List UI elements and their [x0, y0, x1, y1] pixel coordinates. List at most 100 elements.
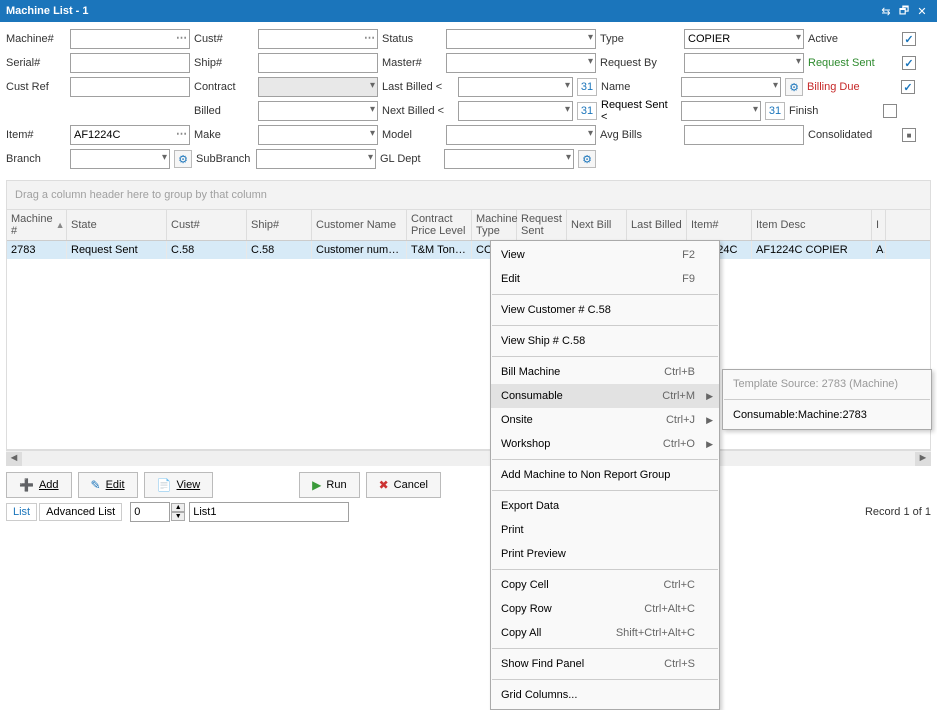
column-header[interactable]: Item Desc: [752, 210, 872, 240]
chevron-down-icon[interactable]: ▾: [588, 128, 593, 139]
cell[interactable]: 2783: [7, 241, 67, 259]
view-button[interactable]: 📄View: [144, 472, 214, 498]
chevron-down-icon[interactable]: ▾: [566, 152, 571, 163]
column-header[interactable]: Cust#: [167, 210, 247, 240]
table-row[interactable]: 2783Request SentC.58C.58Customer numberT…: [7, 241, 930, 259]
chevron-down-icon[interactable]: ▾: [370, 128, 375, 139]
chevron-down-icon[interactable]: ▾: [588, 32, 593, 43]
combo-master[interactable]: ▾: [446, 53, 596, 73]
menu-view-ship[interactable]: View Ship # C.58: [491, 329, 719, 353]
cell[interactable]: A: [872, 241, 886, 259]
menu-grid-columns[interactable]: Grid Columns...: [491, 683, 719, 707]
column-header[interactable]: Next Bill: [567, 210, 627, 240]
combo-name[interactable]: ▾: [681, 77, 781, 97]
chevron-down-icon[interactable]: ▾: [796, 32, 801, 43]
consumable-submenu[interactable]: Template Source: 2783 (Machine) Consumab…: [722, 369, 932, 430]
chevron-down-icon[interactable]: ▾: [368, 152, 373, 163]
run-button[interactable]: ▶Run: [299, 472, 359, 498]
cell[interactable]: C.58: [247, 241, 312, 259]
calendar-icon[interactable]: 31: [577, 78, 597, 96]
combo-billed[interactable]: ▾: [258, 101, 378, 121]
tab-list[interactable]: List: [6, 503, 37, 521]
menu-add-non-report[interactable]: Add Machine to Non Report Group: [491, 463, 719, 487]
checkbox-consolidated[interactable]: [902, 128, 916, 142]
close-icon[interactable]: ✕: [913, 5, 931, 18]
submenu-consumable-machine[interactable]: Consumable:Machine:2783: [723, 403, 931, 427]
chevron-down-icon[interactable]: ▾: [773, 80, 778, 91]
checkbox-finish[interactable]: [883, 104, 897, 118]
column-header[interactable]: Ship#: [247, 210, 312, 240]
column-header[interactable]: Request Sent: [517, 210, 567, 240]
combo-nextbilled[interactable]: ▾: [458, 101, 573, 121]
chevron-down-icon[interactable]: ▾: [796, 56, 801, 67]
column-header[interactable]: Contract Price Level: [407, 210, 472, 240]
combo-contract[interactable]: ▾: [258, 77, 378, 97]
gear-icon[interactable]: ⚙: [578, 150, 596, 168]
gear-icon[interactable]: ⚙: [174, 150, 192, 168]
column-header[interactable]: Customer Name: [312, 210, 407, 240]
ellipsis-icon[interactable]: ⋯: [364, 31, 375, 44]
input-machine-no[interactable]: ⋯: [70, 29, 190, 49]
cell[interactable]: AF1224C COPIER: [752, 241, 872, 259]
column-header[interactable]: Last Billed: [627, 210, 687, 240]
calendar-icon[interactable]: 31: [765, 102, 785, 120]
menu-view-customer[interactable]: View Customer # C.58: [491, 298, 719, 322]
chevron-down-icon[interactable]: ▾: [565, 104, 570, 115]
context-menu[interactable]: ViewF2 EditF9 View Customer # C.58 View …: [490, 240, 720, 710]
combo-lastbilled[interactable]: ▾: [458, 77, 573, 97]
combo-make[interactable]: ▾: [258, 125, 378, 145]
spinner-input[interactable]: 0: [130, 502, 170, 522]
menu-export-data[interactable]: Export Data: [491, 494, 719, 518]
column-header[interactable]: Item#: [687, 210, 752, 240]
scroll-left-icon[interactable]: ◄: [6, 452, 22, 466]
horizontal-scrollbar[interactable]: ◄ ►: [6, 450, 931, 466]
tab-advanced-list[interactable]: Advanced List: [39, 503, 122, 521]
combo-status[interactable]: ▾: [446, 29, 596, 49]
scroll-right-icon[interactable]: ►: [915, 452, 931, 466]
cell[interactable]: Customer number: [312, 241, 407, 259]
column-header[interactable]: Machine #▲: [7, 210, 67, 240]
gear-icon[interactable]: ⚙: [785, 78, 803, 96]
ellipsis-icon[interactable]: ⋯: [176, 31, 187, 44]
list-name-input[interactable]: List1: [189, 502, 349, 522]
chevron-down-icon[interactable]: ▾: [565, 80, 570, 91]
spinner-up-icon[interactable]: ▲: [171, 503, 185, 512]
group-panel[interactable]: Drag a column header here to group by th…: [6, 180, 931, 210]
menu-view[interactable]: ViewF2: [491, 243, 719, 267]
chevron-down-icon[interactable]: ▾: [162, 152, 167, 163]
column-header[interactable]: Machine Type: [472, 210, 517, 240]
combo-request-by[interactable]: ▾: [684, 53, 804, 73]
combo-subbranch[interactable]: ▾: [256, 149, 376, 169]
combo-branch[interactable]: ▾: [70, 149, 170, 169]
column-header[interactable]: State: [67, 210, 167, 240]
input-custref[interactable]: [70, 77, 190, 97]
combo-type[interactable]: COPIER▾: [684, 29, 804, 49]
column-header[interactable]: I: [872, 210, 886, 240]
combo-model[interactable]: ▾: [446, 125, 596, 145]
calendar-icon[interactable]: 31: [577, 102, 597, 120]
menu-print[interactable]: Print: [491, 518, 719, 542]
checkbox-request-sent[interactable]: [902, 56, 916, 70]
cancel-button[interactable]: ✖Cancel: [366, 472, 441, 498]
spinner-down-icon[interactable]: ▼: [171, 512, 185, 521]
add-button[interactable]: ➕Add: [6, 472, 72, 498]
menu-consumable[interactable]: ConsumableCtrl+M▶: [491, 384, 719, 408]
checkbox-billing-due[interactable]: [901, 80, 915, 94]
restore-icon[interactable]: 🗗: [895, 2, 913, 21]
input-item[interactable]: AF1224C⋯: [70, 125, 190, 145]
cell[interactable]: Request Sent: [67, 241, 167, 259]
menu-copy-all[interactable]: Copy AllShift+Ctrl+Alt+C: [491, 621, 719, 645]
input-serial[interactable]: [70, 53, 190, 73]
chevron-down-icon[interactable]: ▾: [753, 104, 758, 115]
menu-workshop[interactable]: WorkshopCtrl+O▶: [491, 432, 719, 456]
cell[interactable]: C.58: [167, 241, 247, 259]
menu-onsite[interactable]: OnsiteCtrl+J▶: [491, 408, 719, 432]
chevron-down-icon[interactable]: ▾: [370, 80, 375, 91]
edit-button[interactable]: ✎Edit: [78, 472, 138, 498]
menu-copy-cell[interactable]: Copy CellCtrl+C: [491, 573, 719, 597]
input-ship[interactable]: [258, 53, 378, 73]
combo-request-sent-lt[interactable]: ▾: [681, 101, 761, 121]
menu-copy-row[interactable]: Copy RowCtrl+Alt+C: [491, 597, 719, 621]
pin-icon[interactable]: ⇆: [877, 5, 895, 18]
checkbox-active[interactable]: [902, 32, 916, 46]
